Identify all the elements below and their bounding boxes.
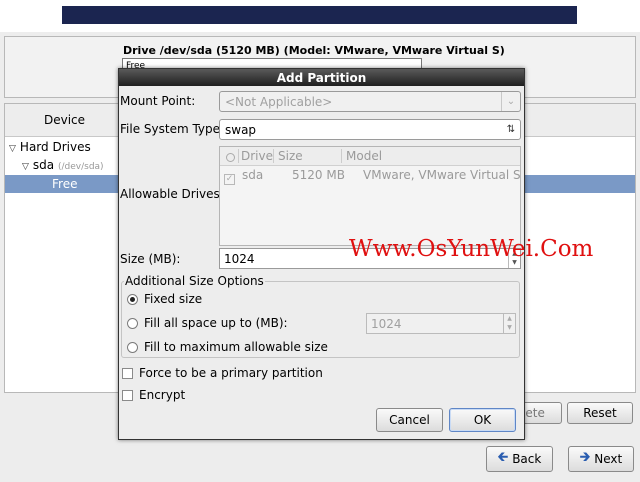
reset-button-label: Reset	[583, 406, 617, 420]
drives-list-header: Drive Size Model	[220, 147, 520, 166]
delete-button-label: lete	[522, 406, 545, 420]
back-button[interactable]: 🡰 Back	[486, 446, 553, 472]
dialog-title-bar[interactable]: Add Partition	[119, 69, 524, 86]
fill-max-radio[interactable]: Fill to maximum allowable size	[127, 340, 328, 354]
checkmark-icon: ✓	[224, 174, 235, 185]
next-button-label: Next	[594, 452, 623, 466]
device-column-header[interactable]: Device	[5, 104, 125, 137]
checkbox-empty-icon	[122, 367, 133, 379]
encrypt-label: Encrypt	[139, 388, 186, 402]
allowable-drives-label: Allowable Drives:	[120, 187, 224, 201]
arrow-right-icon: 🡲	[579, 450, 591, 465]
mount-point-label: Mount Point:	[120, 94, 196, 108]
tree-item-hard-drives[interactable]: ▽ Hard Drives	[9, 140, 91, 154]
tree-item-path: (/dev/sda)	[57, 162, 104, 172]
drive-row-checkbox[interactable]: ✓	[224, 170, 235, 185]
reset-button[interactable]: Reset	[567, 402, 633, 424]
tree-item-label: Free	[52, 177, 78, 191]
ok-button[interactable]: OK	[449, 408, 516, 432]
mount-point-value: <Not Applicable>	[225, 94, 333, 109]
expander-icon[interactable]: ▽	[22, 162, 29, 172]
drive-row-size: 5120 MB	[292, 168, 345, 182]
mount-point-combo[interactable]: <Not Applicable> ⌄	[219, 91, 521, 112]
column-header-drive[interactable]: Drive	[241, 149, 273, 163]
fill-upto-label: Fill all space up to (MB):	[144, 316, 288, 330]
size-value: 1024	[224, 251, 255, 266]
ok-button-label: OK	[473, 413, 492, 427]
watermark-text: Www.OsYunWei.Com	[349, 236, 594, 262]
size-label: Size (MB):	[120, 252, 181, 266]
arrow-left-icon: 🡰	[497, 450, 509, 465]
dialog-title: Add Partition	[276, 70, 367, 85]
fixed-size-radio[interactable]: Fixed size	[127, 292, 202, 306]
next-button[interactable]: 🡲 Next	[568, 446, 634, 472]
tree-item-sda[interactable]: ▽ sda (/dev/sda)	[22, 158, 104, 172]
radio-selected-icon	[127, 293, 138, 305]
column-header-model[interactable]: Model	[346, 149, 382, 163]
radio-unselected-icon	[127, 341, 138, 353]
fs-type-value: swap	[225, 122, 257, 137]
additional-size-options-legend: Additional Size Options	[124, 274, 265, 288]
fill-upto-radio[interactable]: Fill all space up to (MB):	[127, 316, 288, 330]
checkbox-empty-icon	[122, 389, 133, 401]
primary-partition-checkbox[interactable]: Force to be a primary partition	[122, 366, 323, 380]
updown-icon: ⇅	[506, 124, 516, 135]
drive-row-model: VMware, VMware Virtual S	[363, 168, 521, 182]
radio-unselected-icon	[127, 317, 138, 329]
expander-icon[interactable]: ▽	[9, 144, 16, 154]
cancel-button[interactable]: Cancel	[376, 408, 443, 432]
fill-max-label: Fill to maximum allowable size	[144, 340, 328, 354]
fill-upto-value: 1024	[371, 316, 402, 331]
primary-partition-label: Force to be a primary partition	[139, 366, 323, 380]
radio-header-icon	[226, 151, 235, 165]
tree-item-label: Hard Drives	[19, 140, 91, 154]
tree-item-label: sda	[32, 158, 55, 172]
installer-banner	[62, 6, 577, 24]
chevron-down-icon: ⌄	[501, 92, 520, 111]
drive-row-drive: sda	[242, 168, 264, 182]
fs-type-combo[interactable]: swap ⇅	[219, 119, 521, 140]
back-button-label: Back	[512, 452, 542, 466]
fill-upto-spinbox[interactable]: 1024 ▲ ▼	[366, 313, 516, 334]
encrypt-checkbox[interactable]: Encrypt	[122, 388, 185, 402]
drive-title: Drive /dev/sda (5120 MB) (Model: VMware,…	[123, 44, 505, 57]
column-header-size[interactable]: Size	[278, 149, 303, 163]
fixed-size-label: Fixed size	[144, 292, 203, 306]
cancel-button-label: Cancel	[389, 413, 430, 427]
spin-arrows-icon[interactable]: ▲ ▼	[503, 314, 515, 333]
fs-type-label: File System Type:	[120, 122, 225, 136]
